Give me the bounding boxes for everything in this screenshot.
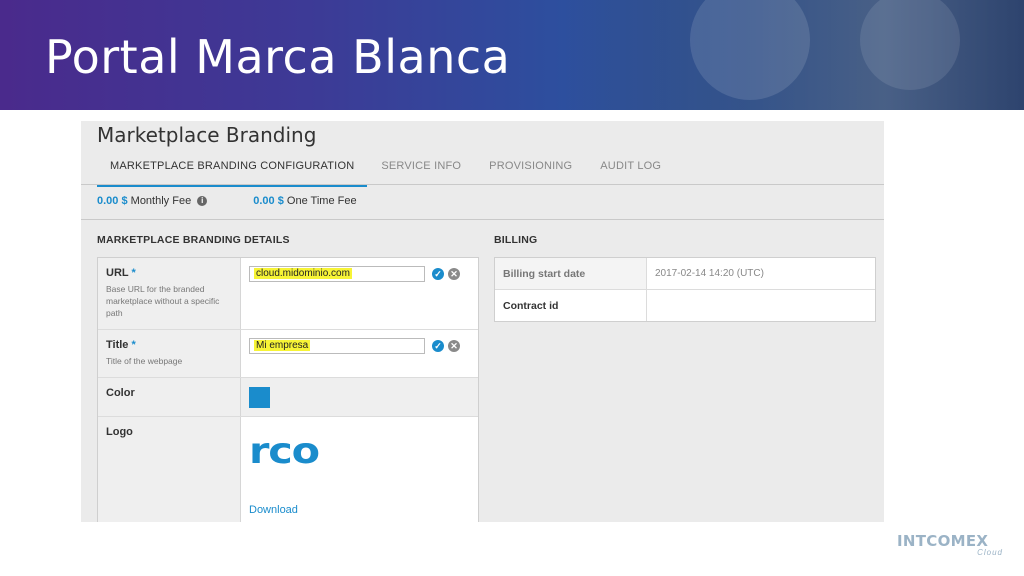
contract-id-row: Contract id xyxy=(495,290,875,321)
title-value-cell: Mi empresa ✓ ✕ xyxy=(241,330,478,377)
close-icon[interactable]: ✕ xyxy=(448,268,460,280)
page-title: Portal Marca Blanca xyxy=(45,30,511,84)
header-banner: Portal Marca Blanca xyxy=(0,0,1024,110)
url-label: URL xyxy=(106,267,129,279)
panel-title: Marketplace Branding xyxy=(97,123,317,147)
title-input-value: Mi empresa xyxy=(254,340,311,351)
color-label: Color xyxy=(106,387,135,399)
tab-audit-log[interactable]: AUDIT LOG xyxy=(586,153,675,184)
url-value-cell: cloud.midominio.com ✓ ✕ xyxy=(241,258,478,329)
title-help-text: Title of the webpage xyxy=(106,356,183,366)
monthly-fee-amount: 0.00 $ xyxy=(97,195,128,207)
title-row: Title * Title of the webpage Mi empresa … xyxy=(98,330,478,378)
one-time-fee-label: One Time Fee xyxy=(286,195,357,207)
url-input-value: cloud.midominio.com xyxy=(254,268,352,279)
contract-id-label: Contract id xyxy=(495,290,647,321)
logo-row: Logo rco Download xyxy=(98,417,478,522)
url-input[interactable]: cloud.midominio.com xyxy=(249,266,425,282)
title-input[interactable]: Mi empresa xyxy=(249,338,425,354)
info-icon[interactable]: i xyxy=(197,196,208,206)
tab-provisioning[interactable]: PROVISIONING xyxy=(475,153,586,184)
billing-section-title: BILLING xyxy=(494,234,538,246)
one-time-fee-amount: 0.00 $ xyxy=(253,195,284,207)
logo-value-cell: rco Download xyxy=(241,417,478,522)
url-help-text: Base URL for the branded marketplace wit… xyxy=(106,284,220,318)
logo-label-cell: Logo xyxy=(98,417,241,522)
tab-bar: MARKETPLACE BRANDING CONFIGURATION SERVI… xyxy=(97,153,675,187)
required-mark: * xyxy=(131,267,136,279)
tabs-divider xyxy=(81,184,884,185)
logo-image: rco xyxy=(249,431,320,472)
tab-marketplace-branding-configuration[interactable]: MARKETPLACE BRANDING CONFIGURATION xyxy=(97,153,368,187)
url-row: URL * Base URL for the branded marketpla… xyxy=(98,258,478,330)
intcomex-logo: INTCOMEX Cloud xyxy=(897,532,1007,562)
color-swatch[interactable] xyxy=(249,387,270,408)
check-icon[interactable]: ✓ xyxy=(432,340,444,352)
details-section-title: MARKETPLACE BRANDING DETAILS xyxy=(97,234,290,246)
title-label: Title xyxy=(106,339,129,351)
fees-bar: 0.00 $ Monthly Fee i 0.00 $ One Time Fee xyxy=(97,195,403,207)
billing-table: Billing start date 2017-02-14 14:20 (UTC… xyxy=(494,257,876,322)
branding-details-table: URL * Base URL for the branded marketpla… xyxy=(97,257,479,522)
monthly-fee-label: Monthly Fee xyxy=(130,195,192,207)
title-label-cell: Title * Title of the webpage xyxy=(98,330,241,377)
one-time-fee: 0.00 $ One Time Fee xyxy=(253,195,356,207)
marketplace-branding-panel: Marketplace Branding MARKETPLACE BRANDIN… xyxy=(81,121,884,522)
contract-id-value xyxy=(647,290,875,321)
color-row: Color xyxy=(98,378,478,417)
check-icon[interactable]: ✓ xyxy=(432,268,444,280)
color-value-cell xyxy=(241,378,478,416)
monthly-fee: 0.00 $ Monthly Fee i xyxy=(97,195,208,207)
intcomex-brand: INTCOMEX xyxy=(897,532,989,550)
billing-start-label: Billing start date xyxy=(495,258,647,289)
intcomex-sub: Cloud xyxy=(977,548,1003,557)
fees-divider xyxy=(81,219,884,220)
required-mark: * xyxy=(131,339,136,351)
download-link[interactable]: Download xyxy=(249,504,298,516)
color-label-cell: Color xyxy=(98,378,241,416)
logo-label: Logo xyxy=(106,426,133,438)
billing-start-value: 2017-02-14 14:20 (UTC) xyxy=(655,268,764,279)
url-label-cell: URL * Base URL for the branded marketpla… xyxy=(98,258,241,329)
billing-start-row: Billing start date 2017-02-14 14:20 (UTC… xyxy=(495,258,875,290)
tab-service-info[interactable]: SERVICE INFO xyxy=(367,153,475,184)
close-icon[interactable]: ✕ xyxy=(448,340,460,352)
